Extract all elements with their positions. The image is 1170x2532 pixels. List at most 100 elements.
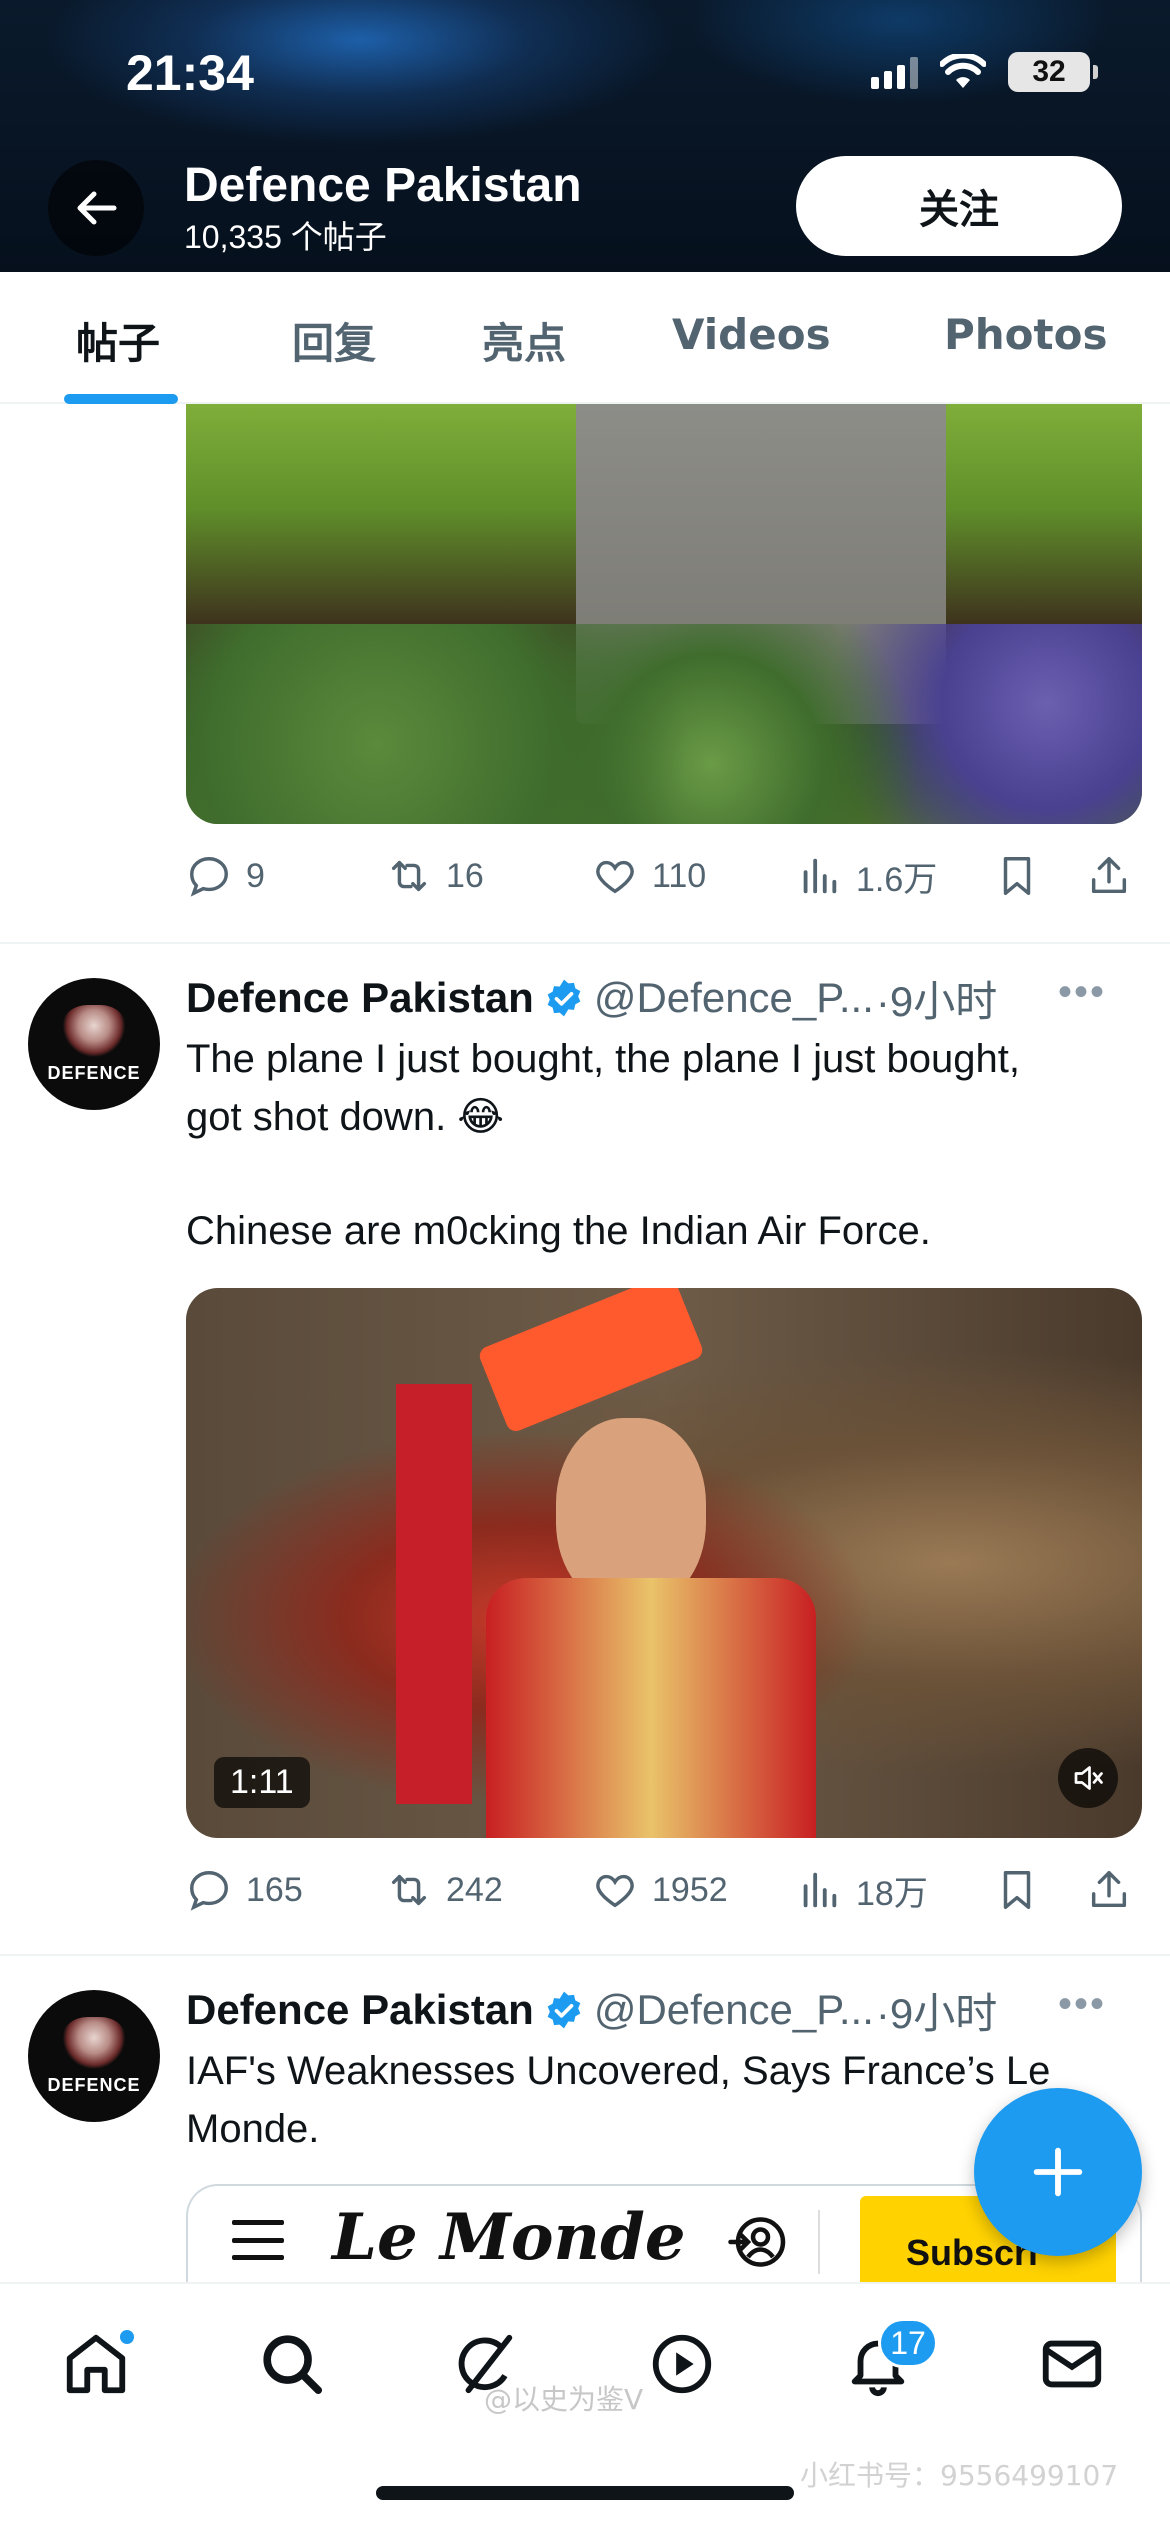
post-actions: 165 242 1952 18万 [186, 1860, 1127, 1920]
like-count: 110 [652, 856, 707, 895]
bookmark-icon [1003, 857, 1031, 895]
repost-icon [391, 1874, 427, 1906]
share-icon [1091, 857, 1127, 894]
post-actions: 9 16 110 1.6万 [186, 846, 1127, 906]
post-time: ·9小时 [875, 977, 998, 1025]
wifi-icon [940, 54, 986, 88]
post-author-line: Defence Pakistan @Defence_P... ·9小时 ••• [186, 1982, 1126, 2038]
bookmark-button[interactable] [994, 1867, 1040, 1913]
views-button[interactable]: 1.6万 [796, 852, 937, 901]
compose-button[interactable] [974, 2088, 1142, 2256]
status-time: 21:34 [126, 45, 254, 101]
author-name[interactable]: Defence Pakistan [186, 1986, 534, 2034]
tab-videos[interactable]: Videos [672, 310, 831, 359]
reply-icon [190, 857, 228, 897]
eagle-emblem-icon [62, 2016, 126, 2069]
nav-messages[interactable] [1032, 2324, 1112, 2404]
nav-video[interactable] [642, 2324, 722, 2404]
post-text-line: IAF's Weaknesses Uncovered, Says France’… [186, 2049, 1051, 2093]
le-monde-logo: Le Monde [332, 2200, 686, 2275]
views-icon [803, 1872, 837, 1908]
post-author-line: Defence Pakistan @Defence_P... ·9小时 ••• [186, 970, 1126, 1026]
like-count: 1952 [652, 1870, 728, 1909]
share-icon [1091, 1871, 1127, 1908]
repost-count: 242 [446, 1870, 503, 1909]
status-icons: 32 [871, 52, 1098, 92]
post-text-line: Chinese are m0cking the Indian Air Force… [186, 1209, 931, 1253]
post-text-line: The plane I just bought, the plane I jus… [186, 1037, 1020, 1081]
like-icon [596, 1874, 634, 1908]
follow-button[interactable]: 关注 [796, 156, 1122, 256]
reply-button[interactable]: 165 [186, 1867, 303, 1913]
video-hat [476, 1288, 706, 1435]
mute-button[interactable] [1058, 1748, 1118, 1808]
avatar[interactable]: DEFENCE [28, 978, 160, 1110]
user-icon [728, 2217, 786, 2267]
post-video[interactable]: 1:11 [186, 1288, 1142, 1838]
post-photo[interactable] [186, 404, 1142, 824]
video-duration: 1:11 [214, 1757, 310, 1808]
mail-icon [1042, 2340, 1102, 2388]
author-handle[interactable]: @Defence_P... [594, 974, 874, 1022]
post-time: ·9小时 [875, 1989, 998, 2037]
weibo-watermark: @以史为鉴V [484, 2383, 644, 2416]
nav-home[interactable] [56, 2324, 136, 2404]
like-button[interactable]: 1952 [592, 1867, 728, 1913]
avatar[interactable]: DEFENCE [28, 1990, 160, 2122]
reply-button[interactable]: 9 [186, 853, 265, 899]
like-icon [596, 860, 634, 894]
card-separator [818, 2210, 820, 2274]
repost-icon [391, 860, 427, 892]
profile-name: Defence Pakistan [184, 159, 582, 212]
bookmark-button[interactable] [994, 853, 1040, 899]
home-unread-dot [118, 2328, 136, 2346]
tab-replies[interactable]: 回复 [292, 310, 376, 371]
share-button[interactable] [1086, 853, 1132, 899]
author-handle[interactable]: @Defence_P... [594, 1986, 874, 2034]
profile-header: 21:34 32 Defence Pakistan 10,335 个帖子 关注 [0, 0, 1170, 272]
mute-icon [1074, 1766, 1103, 1790]
more-icon[interactable]: ••• [1058, 970, 1106, 1015]
menu-icon [232, 2220, 284, 2260]
like-button[interactable]: 110 [592, 853, 706, 899]
reply-count: 165 [246, 1870, 303, 1909]
cellular-signal-icon [871, 55, 918, 89]
tab-posts[interactable]: 帖子 [76, 310, 160, 371]
tab-highlights[interactable]: 亮点 [482, 310, 566, 371]
notification-badge: 17 [878, 2318, 938, 2368]
reply-icon [190, 1871, 228, 1911]
views-count: 18万 [856, 1874, 928, 1913]
nav-notifications[interactable]: 17 [838, 2318, 938, 2404]
views-icon [803, 858, 837, 894]
nav-search[interactable] [252, 2324, 332, 2404]
repost-count: 16 [446, 856, 484, 895]
more-icon[interactable]: ••• [1058, 1982, 1106, 2027]
active-tab-indicator [64, 394, 178, 404]
post-divider [0, 942, 1170, 944]
back-button[interactable] [48, 160, 144, 256]
tab-photos[interactable]: Photos [944, 310, 1107, 359]
share-button[interactable] [1086, 1867, 1132, 1913]
battery-indicator: 32 [1008, 52, 1098, 92]
verified-icon [547, 979, 581, 1017]
avatar-text: DEFENCE [47, 1062, 141, 1083]
xhs-watermark: 小红书号：9556499107 [800, 2459, 1119, 2492]
views-count: 1.6万 [856, 860, 938, 899]
profile-tabs: 帖子 回复 亮点 Videos Photos [0, 272, 1170, 404]
video-red-prop [396, 1384, 472, 1804]
views-button[interactable]: 18万 [796, 1866, 928, 1915]
search-icon [263, 2335, 323, 2395]
eagle-emblem-icon [62, 1004, 126, 1057]
verified-icon [547, 1991, 581, 2029]
video-icon [652, 2334, 712, 2394]
photo-plants [186, 624, 1142, 824]
author-name[interactable]: Defence Pakistan [186, 974, 534, 1022]
post-count: 10,335 个帖子 [184, 219, 387, 255]
post-text-line: got shot down. 😂 [186, 1095, 505, 1139]
video-costume [486, 1578, 816, 1838]
repost-button[interactable]: 16 [386, 853, 484, 899]
reply-count: 9 [246, 856, 265, 895]
repost-button[interactable]: 242 [386, 1867, 503, 1913]
home-indicator[interactable] [376, 2486, 794, 2500]
back-arrow-icon [77, 191, 117, 225]
